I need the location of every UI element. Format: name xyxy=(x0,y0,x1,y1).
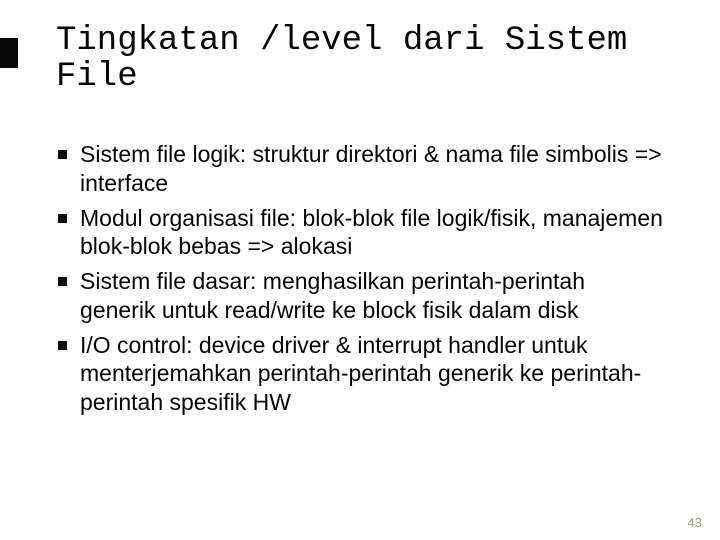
list-item: Sistem file dasar: menghasilkan perintah… xyxy=(56,267,666,325)
slide-content: Sistem file logik: struktur direktori & … xyxy=(56,140,666,423)
list-item: Sistem file logik: struktur direktori & … xyxy=(56,140,666,198)
list-item: I/O control: device driver & interrupt h… xyxy=(56,331,666,417)
bullet-list: Sistem file logik: struktur direktori & … xyxy=(56,140,666,417)
accent-bar xyxy=(0,38,18,68)
slide-title: Tingkatan /level dari Sistem File xyxy=(56,24,656,95)
slide: Tingkatan /level dari Sistem File Sistem… xyxy=(0,0,720,540)
list-item: Modul organisasi file: blok-blok file lo… xyxy=(56,204,666,262)
page-number: 43 xyxy=(688,515,702,530)
